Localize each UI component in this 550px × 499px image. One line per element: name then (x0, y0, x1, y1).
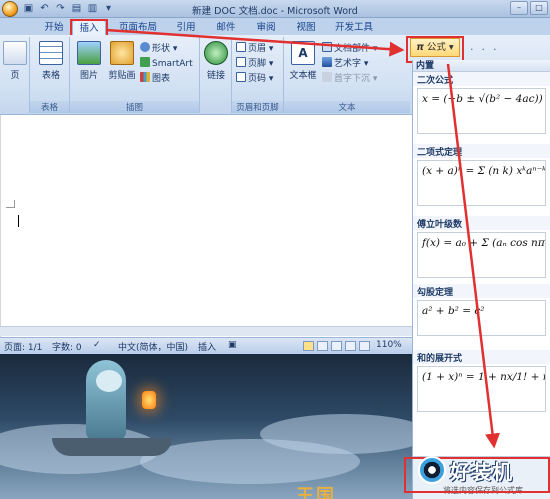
table-group-label: 表格 (30, 101, 69, 113)
shapes-button[interactable]: 形状 ▾ (140, 42, 177, 55)
tab-page-layout[interactable]: 页面布局 (113, 20, 163, 35)
status-bar: 页面: 1/1 字数: 0 ✓ 中文(简体，中国) 插入 ▣ 110% (0, 337, 412, 354)
header-icon (236, 42, 246, 52)
textbox-button[interactable]: A 文本框 (287, 41, 319, 81)
title-bar: ▣ ↶ ↷ ▤ ▥ ▾ 新建 DOC 文档.doc - Microsoft Wo… (0, 0, 550, 18)
gallery-section-label: 二项式定理 (413, 144, 550, 158)
tab-home[interactable]: 开始 (40, 20, 68, 35)
insert-mode[interactable]: 插入 (198, 340, 216, 353)
page-number-icon (236, 72, 246, 82)
zoom-level[interactable]: 110% (376, 340, 402, 350)
pages-group: 页 (0, 37, 30, 113)
minimize-button[interactable]: – (510, 1, 528, 15)
header-button[interactable]: 页眉 ▾ (236, 42, 273, 55)
wordart-button[interactable]: 艺术字 ▾ (322, 57, 368, 70)
web-view-icon[interactable] (331, 341, 342, 351)
tab-developer[interactable]: 开发工具 (330, 20, 378, 35)
watermark-logo-icon (418, 456, 446, 484)
game-logo: 王国 (296, 486, 336, 499)
document-edge (0, 115, 412, 337)
window-title: 新建 DOC 文档.doc - Microsoft Word (192, 6, 358, 17)
quadratic-formula-item[interactable]: x = (−b ± √(b² − 4ac)) / 2a (417, 88, 546, 134)
wordart-icon (322, 57, 332, 67)
quick-parts-button[interactable]: 文档部件 ▾ (322, 42, 377, 55)
pythagorean-item[interactable]: a² + b² = c² (417, 300, 546, 336)
dropcap-icon (322, 72, 332, 82)
character-face (96, 370, 122, 392)
text-group: A 文本框 文档部件 ▾ 艺术字 ▾ 首字下沉 ▾ 文本 (284, 37, 410, 113)
boat-image (52, 438, 172, 456)
footer-button[interactable]: 页脚 ▾ (236, 57, 273, 70)
page-count[interactable]: 页面: 1/1 (4, 340, 42, 353)
macro-icon[interactable]: ▣ (228, 340, 237, 350)
language-indicator[interactable]: 中文(简体，中国) (118, 340, 188, 353)
lantern-icon (142, 391, 156, 409)
table-button[interactable]: 表格 (36, 41, 66, 81)
pages-icon (3, 41, 27, 65)
gallery-section-label: 和的展开式 (413, 350, 550, 364)
word-count[interactable]: 字数: 0 (52, 340, 82, 353)
fullscreen-view-icon[interactable] (317, 341, 328, 351)
links-group: 链接 (200, 37, 232, 113)
page-number-button[interactable]: 页码 ▾ (236, 72, 273, 85)
clipart-icon (110, 41, 134, 65)
formula-gallery: 内置 二次公式 x = (−b ± √(b² − 4ac)) / 2a 二项式定… (412, 60, 550, 499)
desktop-background (0, 354, 412, 499)
textbox-icon: A (291, 41, 315, 65)
clipart-button[interactable]: 剪贴画 (106, 41, 138, 81)
outline-view-icon[interactable] (345, 341, 356, 351)
tab-review[interactable]: 审阅 (252, 20, 280, 35)
gallery-header: 内置 (413, 60, 550, 72)
picture-icon (77, 41, 101, 65)
chart-button[interactable]: 图表 (140, 72, 170, 85)
picture-button[interactable]: 图片 (76, 41, 102, 81)
shapes-icon (140, 42, 150, 52)
header-footer-group: 页眉 ▾ 页脚 ▾ 页码 ▾ 页眉和页脚 (232, 37, 284, 113)
link-icon (204, 41, 228, 65)
header-footer-group-label: 页眉和页脚 (232, 101, 283, 113)
illustration-group-label: 插图 (70, 101, 199, 113)
gallery-section-label: 勾股定理 (413, 284, 550, 298)
illustrations-group: 图片 剪贴画 形状 ▾ SmartArt 图表 插图 (70, 37, 200, 113)
tab-mailings[interactable]: 邮件 (212, 20, 240, 35)
link-button[interactable]: 链接 (203, 41, 229, 81)
margin-mark-v (14, 200, 15, 208)
footer-icon (236, 57, 246, 67)
symbol-dots[interactable]: ··· (470, 43, 505, 56)
maximize-button[interactable]: □ (530, 1, 548, 15)
dropcap-button[interactable]: 首字下沉 ▾ (322, 72, 377, 85)
quick-parts-icon (322, 42, 332, 52)
gallery-section-label: 二次公式 (413, 72, 550, 86)
sum-expansion-item[interactable]: (1 + x)ⁿ = 1 + nx/1! + n(n−1)/2! (417, 366, 546, 412)
table-icon (39, 41, 63, 65)
smartart-icon (140, 57, 150, 67)
text-cursor (18, 215, 19, 227)
print-layout-view-icon[interactable] (303, 341, 314, 351)
horizontal-scrollbar[interactable] (0, 326, 412, 336)
formula-button-highlight (406, 36, 464, 63)
pages-button[interactable]: 页 (3, 41, 27, 81)
spellcheck-icon[interactable]: ✓ (93, 340, 101, 350)
fourier-series-item[interactable]: f(x) = a₀ + Σ (aₙ cos nπx/L (417, 232, 546, 278)
tab-view[interactable]: 视图 (292, 20, 320, 35)
tab-references[interactable]: 引用 (172, 20, 200, 35)
draft-view-icon[interactable] (359, 341, 370, 351)
table-group: 表格 表格 (30, 37, 70, 113)
chart-icon (140, 72, 150, 82)
watermark-brand: 好装机 (450, 460, 513, 484)
binomial-theorem-item[interactable]: (x + a)ⁿ = Σ (n k) xᵏaⁿ⁻ᵏ (417, 160, 546, 206)
text-group-label: 文本 (284, 101, 410, 113)
smartart-button[interactable]: SmartArt (140, 57, 193, 70)
gallery-section-label: 傅立叶级数 (413, 216, 550, 230)
